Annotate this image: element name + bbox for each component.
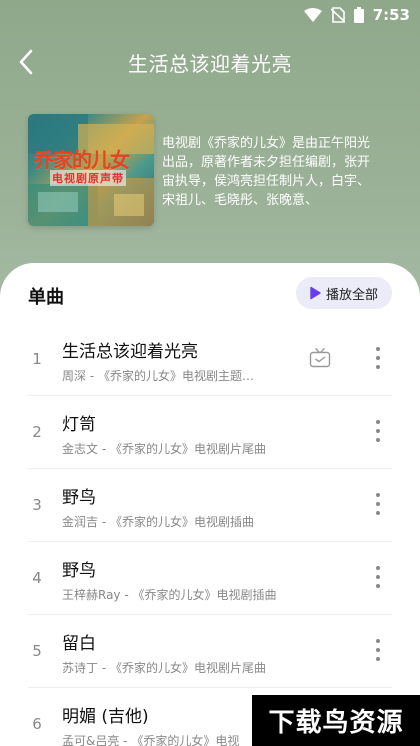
track-row[interactable]: 3 野鸟 金润吉 - 《乔家的儿女》电视剧插曲 [28,469,392,542]
more-dot [376,420,380,424]
more-dot [376,356,380,360]
track-list: 1 生活总该迎着光亮 周深 - 《乔家的儿女》电视剧主题… 2 灯笥 金志文 -… [0,323,420,746]
status-bar: 7:53 [0,0,420,30]
track-number: 1 [32,350,42,368]
more-dot [376,639,380,643]
more-options-button[interactable] [370,418,386,444]
track-number: 2 [32,423,42,441]
mv-icon[interactable] [309,348,331,368]
track-subtitle: 金润吉 - 《乔家的儿女》电视剧插曲 [62,515,254,529]
track-sheet: 单曲 播放全部 1 生活总该迎着光亮 周深 - 《乔家的儿女》电视剧主题… 2 … [0,263,420,746]
track-title: 灯笥 [62,415,96,435]
chevron-left-icon [19,49,33,75]
more-dot [376,429,380,433]
play-icon [310,286,321,300]
more-dot [376,438,380,442]
more-dot [376,511,380,515]
track-number: 5 [32,642,42,660]
more-dot [376,657,380,661]
back-button[interactable] [12,48,40,76]
header: 生活总该迎着光亮 [0,40,420,84]
track-row[interactable]: 4 野鸟 王梓赫Ray - 《乔家的儿女》电视剧插曲 [28,542,392,615]
track-subtitle: 金志文 - 《乔家的儿女》电视剧片尾曲 [62,442,266,456]
track-subtitle: 周深 - 《乔家的儿女》电视剧主题… [62,369,254,383]
more-dot [376,648,380,652]
battery-icon [353,7,364,23]
track-row[interactable]: 5 留白 苏诗丁 - 《乔家的儿女》电视剧片尾曲 [28,615,392,688]
more-options-button[interactable] [370,345,386,371]
track-row[interactable]: 2 灯笥 金志文 - 《乔家的儿女》电视剧片尾曲 [28,396,392,469]
more-dot [376,493,380,497]
watermark-logo: 下载鸟资源 [252,695,420,746]
track-title: 野鸟 [62,488,96,508]
section-title: 单曲 [28,287,64,308]
watermark-text: 下载鸟资源 [268,708,404,738]
no-sim-icon [330,7,345,23]
page-title: 生活总该迎着光亮 [128,51,292,76]
track-subtitle: 王梓赫Ray - 《乔家的儿女》电视剧插曲 [62,588,277,602]
more-dot [376,502,380,506]
more-options-button[interactable] [370,564,386,590]
play-all-button[interactable]: 播放全部 [295,277,392,309]
track-number: 4 [32,569,42,587]
track-subtitle: 苏诗丁 - 《乔家的儿女》电视剧片尾曲 [62,661,266,675]
track-subtitle: 孟可&吕亮 - 《乔家的儿女》电视 [62,734,240,746]
track-row[interactable]: 1 生活总该迎着光亮 周深 - 《乔家的儿女》电视剧主题… [28,323,392,396]
track-title: 生活总该迎着光亮 [62,342,198,362]
wifi-icon [303,8,322,22]
more-dot [376,566,380,570]
track-number: 6 [32,715,42,733]
more-dot [376,575,380,579]
album-description[interactable]: 电视剧《乔家的儿女》是由正午阳光出品，原著作者未夕担任编剧，张开宙执导，侯鸿亮担… [162,134,382,210]
cover-subtitle: 电视剧原声带 [50,170,126,186]
track-title: 野鸟 [62,561,96,581]
cover-title: 乔家的儿女 [34,148,130,172]
section-header: 单曲 播放全部 [0,277,420,311]
more-dot [376,584,380,588]
more-options-button[interactable] [370,637,386,663]
more-dot [376,365,380,369]
more-dot [376,347,380,351]
play-all-label: 播放全部 [325,287,378,303]
track-number: 3 [32,496,42,514]
more-options-button[interactable] [370,491,386,517]
track-title: 明媚 (吉他) [62,707,149,727]
track-title: 留白 [62,634,96,654]
status-time: 7:53 [372,6,410,24]
album-cover[interactable]: 乔家的儿女 电视剧原声带 [28,114,154,226]
